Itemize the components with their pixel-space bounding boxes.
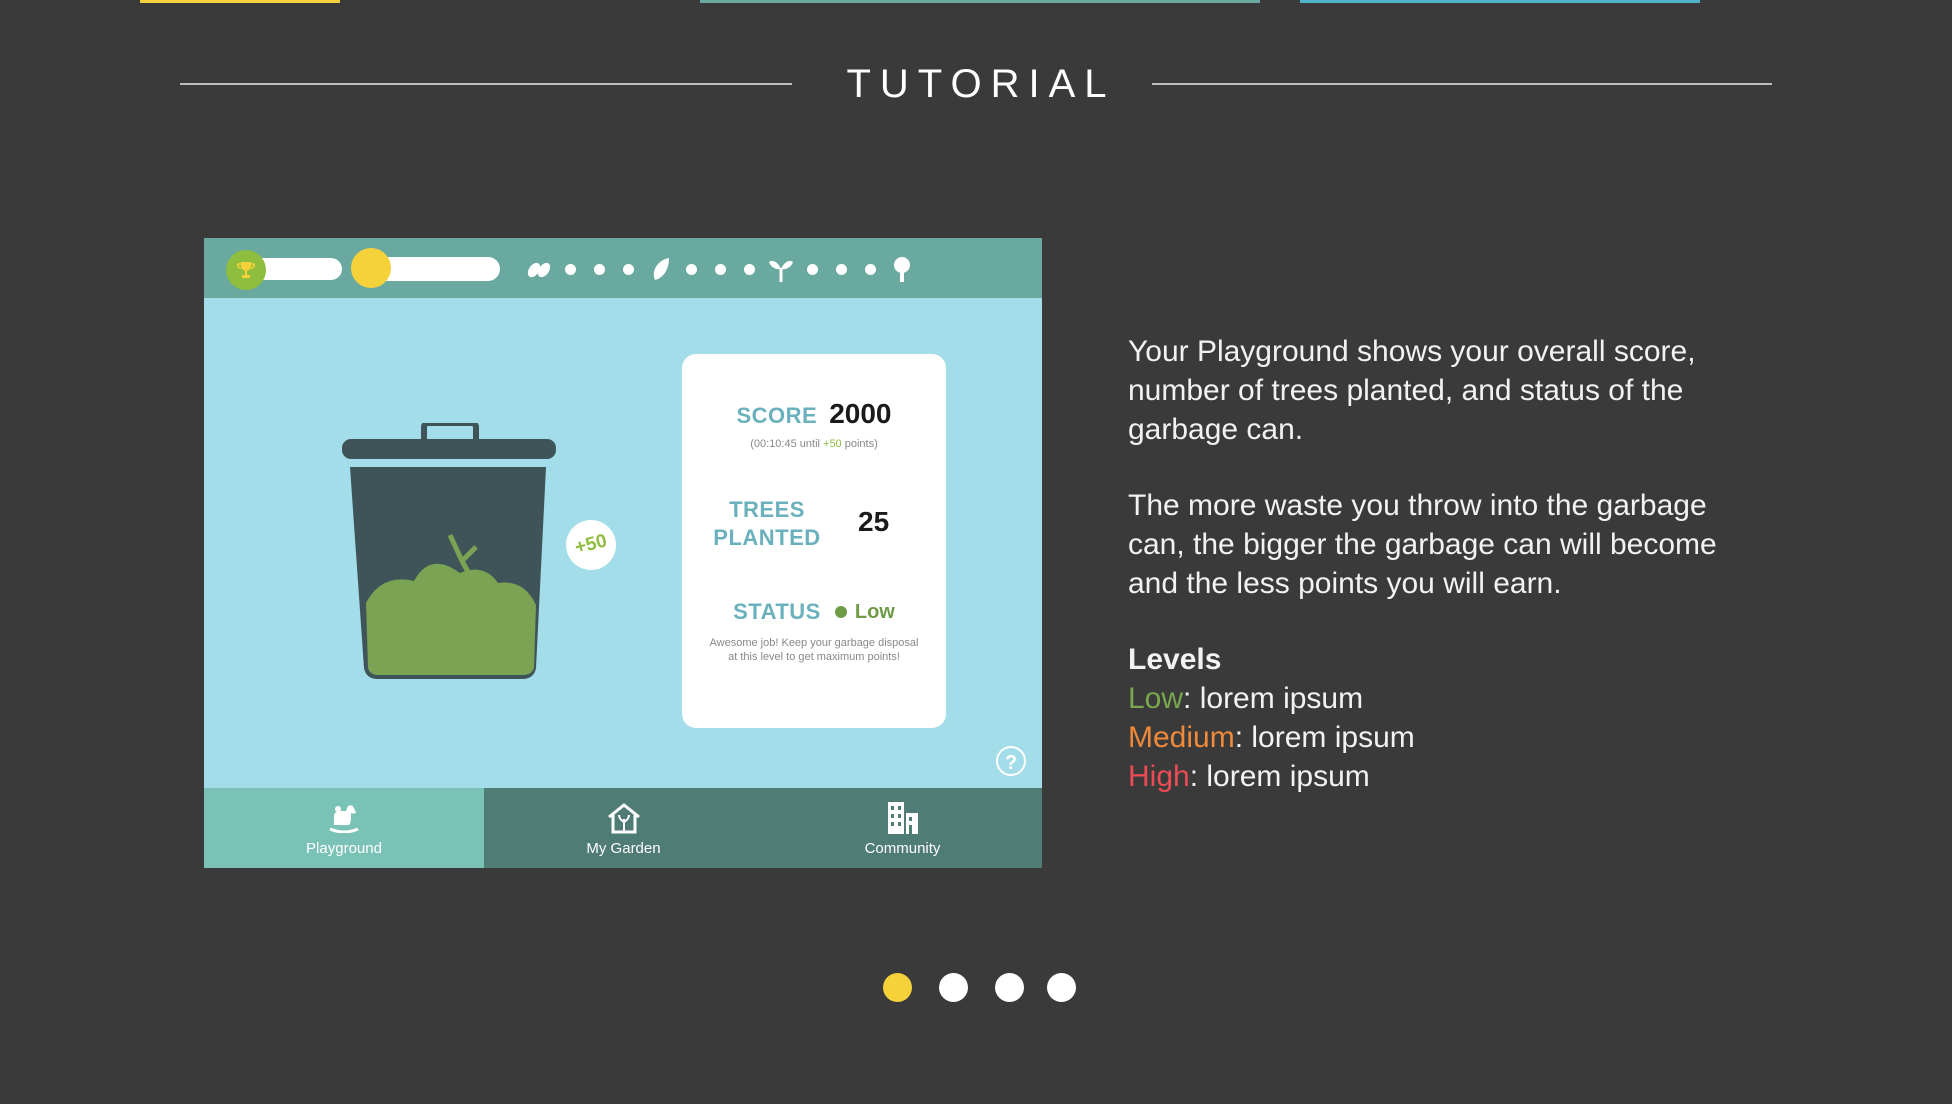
timer-bonus: +50	[823, 438, 842, 450]
points-badge: +50	[560, 514, 622, 576]
level-high-name: High	[1128, 760, 1190, 793]
sprout-icon	[766, 254, 796, 284]
trees-planted-value: 25	[858, 506, 890, 537]
garden-house-icon	[606, 800, 642, 836]
pagination-dots	[0, 973, 1952, 1003]
score-value: 2000	[829, 398, 892, 429]
growth-progress	[522, 254, 919, 284]
timer-suffix: points)	[841, 438, 878, 450]
leaf-icon	[645, 254, 675, 284]
nav-label-community: Community	[864, 840, 941, 857]
pagination-dot-3[interactable]	[995, 973, 1024, 1002]
title-row: TUTORIAL	[0, 60, 1952, 110]
pagination-dot-4[interactable]	[1047, 973, 1076, 1002]
rocking-horse-icon	[326, 800, 362, 836]
bottom-nav: Playground My Garden Community	[204, 788, 1042, 868]
status-indicator-dot	[834, 606, 847, 618]
status-row: STATUS Low	[682, 599, 946, 625]
levels-heading: Levels	[1128, 643, 1222, 676]
trophy-icon[interactable]	[226, 250, 266, 290]
level-high-text: : lorem ipsum	[1189, 760, 1370, 793]
pagination-dot-2[interactable]	[939, 973, 968, 1002]
tutorial-description: Your Playground shows your overall score…	[1128, 332, 1768, 796]
level-low-name: Low	[1128, 682, 1184, 715]
pagination-dot-1[interactable]	[883, 973, 912, 1002]
score-timer: (00:10:45 until +50 points)	[682, 438, 946, 450]
trees-label-line2: PLANTED	[713, 525, 821, 550]
trees-planted-label: TREES PLANTED	[712, 496, 822, 552]
description-paragraph-1: Your Playground shows your overall score…	[1128, 335, 1696, 446]
level-low: Low: lorem ipsum	[1128, 679, 1768, 718]
level-medium: Medium: lorem ipsum	[1128, 718, 1768, 757]
description-paragraph-2: The more waste you throw into the garbag…	[1128, 489, 1717, 600]
score-row: SCORE 2000	[682, 398, 946, 430]
title-divider-right	[1152, 83, 1772, 85]
timer-text: (00:10:45 until	[750, 438, 824, 450]
seeds-icon	[524, 254, 554, 284]
nav-tab-community[interactable]: Community	[763, 788, 1042, 868]
status-description: Awesome job! Keep your garbage disposal …	[709, 637, 919, 663]
help-button[interactable]: ?	[996, 746, 1026, 776]
nav-tab-playground[interactable]: Playground	[204, 788, 484, 868]
level-medium-name: Medium	[1128, 721, 1235, 754]
buildings-icon	[885, 800, 921, 836]
nav-tab-my-garden[interactable]: My Garden	[484, 788, 763, 868]
app-screenshot: +50 SCORE 2000 (00:10:45 until +50 points…	[204, 238, 1042, 868]
level-high: High: lorem ipsum	[1128, 757, 1768, 796]
level-medium-text: : lorem ipsum	[1234, 721, 1415, 754]
nav-label-my-garden: My Garden	[586, 840, 661, 857]
tree-icon	[887, 254, 917, 284]
status-card: SCORE 2000 (00:10:45 until +50 points) TR…	[682, 354, 946, 728]
top-accent-bar	[0, 0, 1952, 3]
app-top-bar	[204, 238, 1042, 298]
status-value: Low	[854, 600, 895, 623]
garbage-can-illustration	[342, 423, 556, 679]
levels-section: Levels Low: lorem ipsum Medium: lorem ip…	[1128, 640, 1768, 796]
nav-label-playground: Playground	[306, 840, 382, 857]
level-low-text: : lorem ipsum	[1183, 682, 1364, 715]
score-label: SCORE	[736, 403, 818, 428]
trees-label-line1: TREES	[729, 497, 805, 522]
coin-icon[interactable]	[351, 248, 391, 288]
status-label: STATUS	[733, 599, 821, 624]
